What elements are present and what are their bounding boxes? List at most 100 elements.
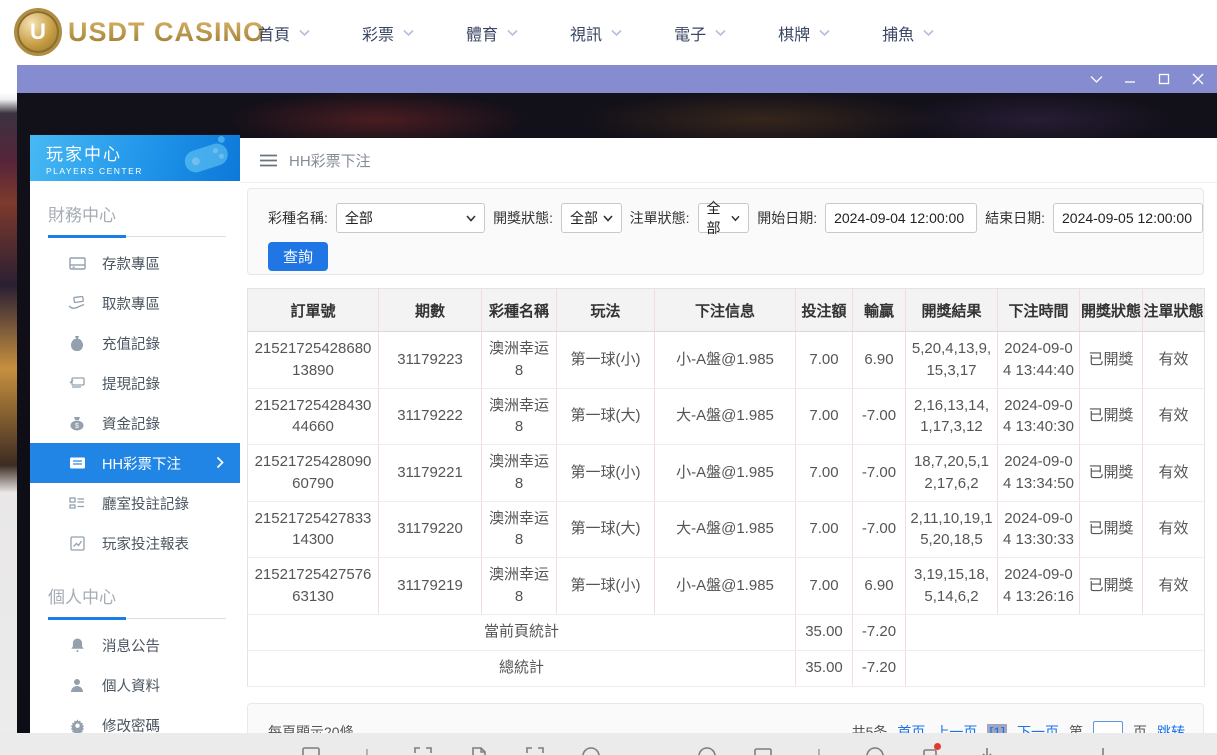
sidebar-item-recharge-record[interactable]: 充值記錄: [30, 323, 240, 363]
nav-label: 視訊: [570, 21, 602, 45]
bell-icon: [68, 637, 86, 653]
svg-text:$: $: [75, 423, 79, 430]
report-chart-icon: [68, 536, 86, 551]
cell-period: 31179222: [379, 388, 482, 445]
circle-icon[interactable]: [696, 745, 718, 755]
sidebar-item-profile[interactable]: 個人資料: [30, 665, 240, 705]
hand-money-icon: [68, 296, 86, 310]
draw-status-select[interactable]: 全部: [561, 203, 622, 233]
nav-item-chess[interactable]: 棋牌: [778, 21, 830, 45]
red-badge-dot: [934, 743, 941, 750]
sidebar-item-hh-lottery-bets[interactable]: HH彩票下注: [30, 443, 240, 483]
table-row: 2152172542843044660 31179222 澳洲幸运8 第一球(大…: [248, 388, 1205, 445]
cell-win-loss: -7.00: [853, 388, 906, 445]
sidebar-item-withdrawal-record[interactable]: 提現記錄: [30, 363, 240, 403]
lottery-name-select[interactable]: 全部: [336, 203, 485, 233]
chevron-down-icon: [403, 29, 414, 37]
record-icon[interactable]: [864, 745, 886, 755]
window-minimize-icon[interactable]: [1123, 72, 1137, 86]
sidebar-item-withdraw[interactable]: 取款專區: [30, 283, 240, 323]
notification-pen-icon[interactable]: [920, 745, 942, 755]
col-bet-time: 下注時間: [998, 289, 1080, 332]
cursor-icon[interactable]: [1092, 745, 1114, 755]
cell-lottery-name: 澳洲幸运8: [482, 332, 557, 389]
clock-icon[interactable]: [580, 745, 602, 755]
sidebar-item-label: 個人資料: [102, 675, 160, 696]
cell-period: 31179220: [379, 501, 482, 558]
site-logo[interactable]: U USDT CASINO: [14, 8, 265, 56]
filter-panel: 彩種名稱: 全部 開獎狀態: 全部 注單狀態: 全部 開始: [247, 188, 1204, 275]
select-value: 全部: [707, 198, 732, 238]
section-title-finance: 財務中心: [30, 181, 240, 234]
sidebar-header: 玩家中心 PLAYERS CENTER: [30, 135, 240, 181]
document-icon[interactable]: [468, 745, 490, 755]
sidebar-item-funds-record[interactable]: $ 資金記錄: [30, 403, 240, 443]
deposit-terminal-icon: [68, 256, 86, 271]
nav-item-slots[interactable]: 電子: [674, 21, 726, 45]
cell-play-type: 第一球(大): [557, 388, 655, 445]
logo-text: USDT CASINO: [68, 17, 265, 48]
cell-bet-time: 2024-09-04 13:30:33: [998, 501, 1080, 558]
cell-bet-time: 2024-09-04 13:44:40: [998, 332, 1080, 389]
select-chevron-icon: [731, 215, 740, 222]
search-button[interactable]: 查詢: [268, 242, 328, 271]
end-date-input[interactable]: [1053, 203, 1203, 233]
chevron-right-icon: [216, 456, 224, 469]
col-order-id: 訂單號: [248, 289, 379, 332]
sidebar-item-player-bet-report[interactable]: 玩家投注報表: [30, 523, 240, 563]
page-header: HH彩票下注: [240, 138, 1217, 183]
window-chevron-down-icon[interactable]: [1089, 72, 1103, 86]
col-period: 期數: [379, 289, 482, 332]
cell-lottery-name: 澳洲幸运8: [482, 501, 557, 558]
sidebar-item-hall-bet-records[interactable]: 廳室投註記錄: [30, 483, 240, 523]
window-titlebar[interactable]: [17, 65, 1217, 93]
cell-bet-info: 小-A盤@1.985: [655, 558, 796, 615]
chevron-down-icon: [611, 29, 622, 37]
main-menu: 首頁 彩票 體育 視訊 電子 棋牌 捕魚: [258, 0, 934, 65]
selection-brackets-icon[interactable]: [524, 745, 546, 755]
add-icon[interactable]: [808, 745, 830, 755]
cell-period: 31179221: [379, 445, 482, 502]
cell-draw-status: 已開獎: [1080, 445, 1143, 502]
logo-coin-icon: U: [14, 8, 62, 56]
download-icon[interactable]: [976, 745, 998, 755]
crop-brackets-icon[interactable]: [412, 745, 434, 755]
col-play-type: 玩法: [557, 289, 655, 332]
gear-icon: [68, 718, 86, 733]
cell-period: 31179219: [379, 558, 482, 615]
cell-bet-amount: 7.00: [796, 388, 853, 445]
window-maximize-icon[interactable]: [1157, 72, 1171, 86]
nav-label: 彩票: [362, 21, 394, 45]
plus-icon[interactable]: [356, 745, 378, 755]
start-date-input[interactable]: [825, 203, 977, 233]
start-date-label: 開始日期:: [757, 208, 817, 228]
cell-bet-info: 大-A盤@1.985: [655, 501, 796, 558]
cell-bet-amount: 7.00: [796, 332, 853, 389]
table-row: 2152172542783314300 31179220 澳洲幸运8 第一球(大…: [248, 501, 1205, 558]
cell-win-loss: 6.90: [853, 558, 906, 615]
select-chevron-icon: [466, 215, 476, 222]
nav-item-lottery[interactable]: 彩票: [362, 21, 414, 45]
table-header-row: 訂單號 期數 彩種名稱 玩法 下注信息 投注額 輸贏 開獎結果 下注時間 開獎狀…: [248, 289, 1205, 332]
nav-item-fishing[interactable]: 捕魚: [882, 21, 934, 45]
select-value: 全部: [570, 208, 598, 228]
cell-period: 31179223: [379, 332, 482, 389]
nav-item-live-video[interactable]: 視訊: [570, 21, 622, 45]
window-close-icon[interactable]: [1191, 72, 1205, 86]
sidebar-item-deposit[interactable]: 存款專區: [30, 243, 240, 283]
draw-status-label: 開獎狀態:: [493, 208, 553, 228]
cell-win-loss: 6.90: [853, 332, 906, 389]
cell-order-status: 有效: [1143, 501, 1205, 558]
cell-order-id: 2152172542757663130: [248, 558, 379, 615]
order-status-select[interactable]: 全部: [698, 203, 750, 233]
monitor-icon[interactable]: [300, 745, 322, 755]
cell-draw-status: 已開獎: [1080, 501, 1143, 558]
display-icon[interactable]: [752, 745, 774, 755]
nav-label: 體育: [466, 21, 498, 45]
cell-lottery-name: 澳洲幸运8: [482, 558, 557, 615]
cell-draw-status: 已開獎: [1080, 388, 1143, 445]
nav-item-home[interactable]: 首頁: [258, 21, 310, 45]
hamburger-menu-icon[interactable]: [260, 154, 277, 167]
sidebar-item-notices[interactable]: 消息公告: [30, 625, 240, 665]
nav-item-sports[interactable]: 體育: [466, 21, 518, 45]
